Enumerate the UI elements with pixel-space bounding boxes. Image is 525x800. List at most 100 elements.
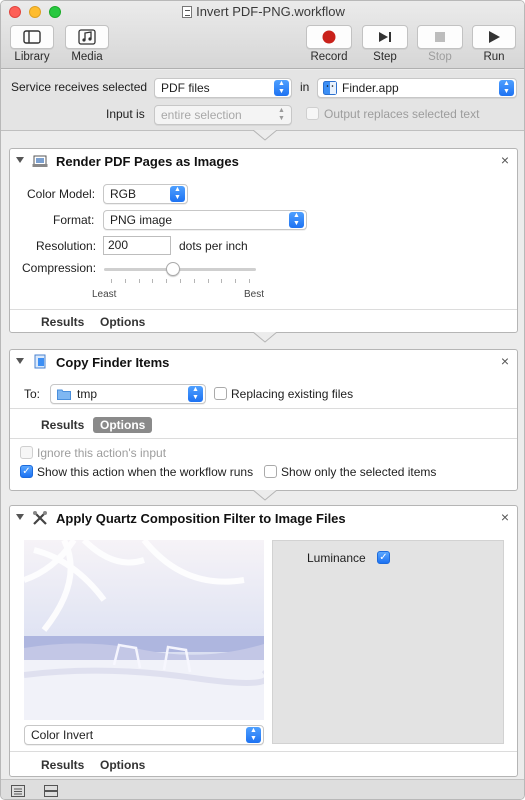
- options-tab[interactable]: Options: [100, 315, 145, 329]
- divider: [10, 408, 517, 409]
- divider: [10, 309, 517, 310]
- slider-tick: [180, 279, 181, 283]
- disclosure-triangle-icon[interactable]: [16, 157, 24, 163]
- resolution-field[interactable]: 200: [103, 236, 171, 255]
- slider-tick: [235, 279, 237, 283]
- popup-chevron-icon: ▲ ▼: [289, 212, 304, 228]
- results-tab[interactable]: Results: [41, 418, 84, 432]
- divider: [10, 438, 517, 439]
- action-title: Render PDF Pages as Images: [56, 154, 239, 169]
- luminance-checkbox[interactable]: ✓: [377, 551, 390, 564]
- compression-label: Compression:: [22, 261, 97, 275]
- slider-tick: [152, 279, 154, 283]
- destination-popup[interactable]: tmp ▲ ▼: [50, 384, 206, 404]
- run-icon: [489, 31, 500, 43]
- popup-chevron-icon: ▲ ▼: [278, 107, 285, 122]
- action-quartz-filter: Apply Quartz Composition Filter to Image…: [9, 505, 518, 777]
- titlebar: Invert PDF-PNG.workflow Library Media Re…: [1, 1, 524, 69]
- options-tab-active[interactable]: Options: [93, 417, 153, 433]
- compression-slider[interactable]: [104, 262, 256, 292]
- record-label: Record: [310, 51, 348, 63]
- tools-icon: [33, 511, 47, 525]
- color-model-popup[interactable]: RGB ▲ ▼: [103, 184, 188, 204]
- filter-popup[interactable]: Color Invert ▲ ▼: [24, 725, 264, 745]
- automator-window: Invert PDF-PNG.workflow Library Media Re…: [0, 0, 525, 800]
- media-button[interactable]: [65, 25, 109, 49]
- slider-tick: [124, 279, 126, 283]
- show-when-runs-label: Show this action when the workflow runs: [37, 465, 254, 479]
- results-tab[interactable]: Results: [41, 315, 84, 329]
- format-popup[interactable]: PNG image ▲ ▼: [103, 210, 307, 230]
- remove-action-icon[interactable]: ×: [501, 152, 509, 168]
- slider-tick: [138, 279, 140, 283]
- media-label: Media: [71, 51, 103, 63]
- filter-preview-image: [24, 540, 264, 720]
- least-label: Least: [92, 289, 117, 300]
- slider-tick: [166, 279, 168, 283]
- window-title: Invert PDF-PNG.workflow: [1, 4, 524, 19]
- step-icon: [379, 32, 391, 42]
- slider-tick: [207, 279, 209, 283]
- library-label: Library: [14, 51, 50, 63]
- workflow-connector-icon: [253, 130, 277, 141]
- popup-chevron-icon: ▲ ▼: [170, 186, 185, 202]
- stop-button[interactable]: [417, 25, 463, 49]
- library-button[interactable]: [10, 25, 54, 49]
- ignore-input-checkbox[interactable]: [20, 446, 33, 459]
- divider: [10, 751, 517, 752]
- action-render-pdf: Render PDF Pages as Images × Color Model…: [9, 148, 518, 333]
- run-button[interactable]: [472, 25, 516, 49]
- in-label: in: [300, 80, 310, 94]
- step-button[interactable]: [362, 25, 408, 49]
- slider-tick: [111, 279, 112, 283]
- results-tab[interactable]: Results: [41, 758, 84, 772]
- slider-tick: [193, 279, 195, 283]
- color-model-value: RGB: [110, 187, 137, 201]
- filter-parameters-panel: Luminance ✓: [272, 540, 504, 744]
- resolution-unit: dots per inch: [179, 239, 248, 253]
- action-copy-finder-items: Copy Finder Items × To: tmp ▲ ▼ Replacing…: [9, 349, 518, 491]
- popup-chevron-icon: ▲ ▼: [499, 80, 514, 96]
- beach-preview-inverted-image: [24, 540, 264, 720]
- filter-value: Color Invert: [31, 728, 94, 742]
- stop-icon: [435, 32, 445, 42]
- status-bar: [1, 779, 524, 799]
- action-header: Apply Quartz Composition Filter to Image…: [10, 506, 517, 530]
- input-type-value: PDF files: [161, 81, 210, 95]
- input-is-popup[interactable]: entire selection ▲ ▼: [154, 105, 292, 125]
- stop-label: Stop: [428, 51, 452, 63]
- input-is-value: entire selection: [161, 108, 242, 122]
- slider-knob[interactable]: [166, 262, 181, 276]
- workflow-document-icon: [182, 6, 193, 18]
- run-label: Run: [483, 51, 505, 63]
- action-header: Copy Finder Items ×: [10, 350, 517, 374]
- log-view-icon[interactable]: [11, 785, 25, 797]
- media-icon: [78, 29, 96, 45]
- show-when-runs-checkbox[interactable]: ✓: [20, 465, 33, 478]
- service-receives-label: Service receives selected: [11, 80, 148, 94]
- replacing-existing-checkbox[interactable]: [214, 387, 227, 400]
- variables-view-icon[interactable]: [44, 785, 58, 797]
- color-model-label: Color Model:: [27, 187, 96, 201]
- application-value: Finder.app: [342, 81, 399, 95]
- options-tab[interactable]: Options: [100, 758, 145, 772]
- input-is-label: Input is: [106, 107, 145, 121]
- action-title: Apply Quartz Composition Filter to Image…: [56, 511, 346, 526]
- show-only-selected-checkbox[interactable]: [264, 465, 277, 478]
- remove-action-icon[interactable]: ×: [501, 509, 509, 525]
- output-replaces-label: Output replaces selected text: [324, 107, 480, 121]
- application-popup[interactable]: Finder.app ▲ ▼: [317, 78, 517, 98]
- disclosure-triangle-icon[interactable]: [16, 514, 24, 520]
- workflow-connector-icon: [253, 490, 277, 501]
- action-title: Copy Finder Items: [56, 355, 170, 370]
- disclosure-triangle-icon[interactable]: [16, 358, 24, 364]
- remove-action-icon[interactable]: ×: [501, 353, 509, 369]
- finder-copy-icon: [34, 354, 46, 369]
- record-button[interactable]: [306, 25, 352, 49]
- best-label: Best: [244, 289, 265, 300]
- output-replaces-checkbox[interactable]: [306, 107, 319, 120]
- service-settings-bar: Service receives selected PDF files ▲ ▼ i…: [1, 70, 524, 131]
- format-label: Format:: [53, 213, 95, 227]
- input-type-popup[interactable]: PDF files ▲ ▼: [154, 78, 292, 98]
- library-icon: [23, 30, 41, 44]
